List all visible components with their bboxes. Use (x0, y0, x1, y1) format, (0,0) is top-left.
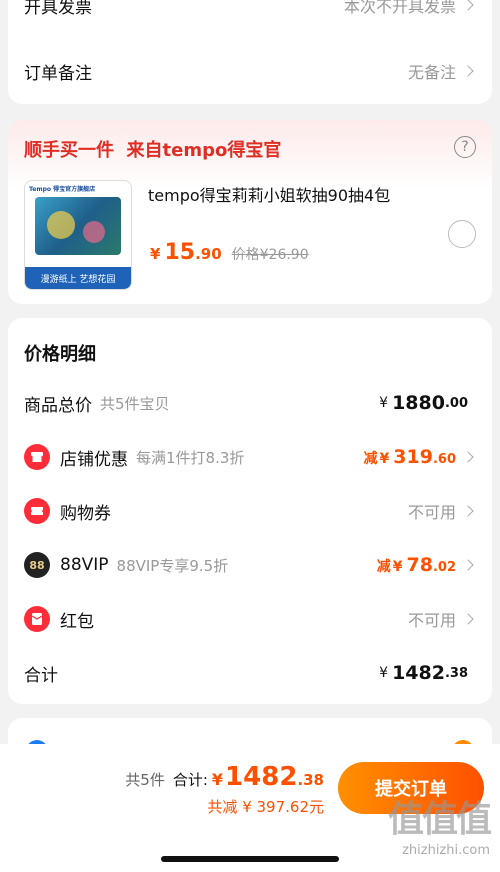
product-image[interactable]: Tempo 得宝官方旗舰店 漫游纸上 艺想花园 (24, 180, 132, 290)
product-image-brand: Tempo 得宝官方旗舰店 (29, 186, 96, 193)
vip-label: 88VIP (60, 555, 109, 575)
total-amount: ¥1482.38 (211, 762, 324, 792)
chevron-right-icon (462, 505, 474, 517)
shop-discount-label: 店铺优惠 (60, 449, 128, 470)
goods-total-row: 商品总价 共5件宝贝 ¥1880.00 (24, 388, 476, 418)
coupon-row[interactable]: 购物券 不可用 (24, 496, 476, 526)
product-price: ¥ 15 .90 价格¥26.90 (150, 240, 309, 265)
question-circle-icon[interactable]: ? (454, 136, 476, 158)
select-radio[interactable] (448, 220, 476, 248)
coupon-label: 购物券 (60, 503, 111, 524)
watermark-logo: 值值值 (387, 799, 492, 840)
goods-total-count: 共5件宝贝 (100, 394, 170, 413)
remark-value: 无备注 (407, 63, 456, 82)
red-packet-row[interactable]: 红包 不可用 (24, 604, 476, 634)
invoice-value: 本次不开具发票 (343, 0, 456, 16)
product-name[interactable]: tempo得宝莉莉小姐软抽90抽4包 (148, 182, 390, 206)
chevron-right-icon (462, 0, 474, 11)
remark-label: 订单备注 (24, 63, 92, 84)
sum-amount: ¥1482.38 (379, 662, 468, 684)
total-saving: 共减 ¥ 397.62元 (207, 798, 324, 816)
home-indicator (161, 856, 339, 862)
watermark-url: zhizhizhi.com (402, 843, 490, 858)
invoice-row[interactable]: 开具发票 本次不开具发票 (24, 0, 476, 18)
vip-discount-row[interactable]: 88 88VIP 88VIP专享9.5折 减 ¥78.02 (24, 550, 476, 580)
vip88-icon: 88 (24, 552, 50, 578)
price-detail-card: 价格明细 商品总价 共5件宝贝 ¥1880.00 店铺优惠 每满1件打8.3折 … (8, 318, 492, 704)
remark-row[interactable]: 订单备注 无备注 (24, 58, 476, 84)
shop-discount-desc: 每满1件打8.3折 (136, 448, 245, 467)
add-on-promo-card: 顺手买一件 来自tempo得宝官 ? Tempo 得宝官方旗舰店 漫游纸上 艺想… (8, 120, 492, 304)
coupon-icon (24, 498, 50, 524)
red-packet-icon (24, 606, 50, 632)
shop-icon (24, 444, 50, 470)
sum-label: 合计 (24, 665, 58, 686)
price-detail-title: 价格明细 (24, 344, 96, 365)
chevron-right-icon (462, 559, 474, 571)
sum-row: 合计 ¥1482.38 (24, 658, 476, 688)
goods-total-label: 商品总价 (24, 395, 92, 416)
goods-total-amount: ¥1880.00 (379, 392, 468, 414)
red-packet-label: 红包 (60, 611, 94, 632)
shop-discount-row[interactable]: 店铺优惠 每满1件打8.3折 减 ¥319.60 (24, 442, 476, 472)
total-label: 合计: (172, 771, 208, 789)
coupon-value: 不可用 (407, 503, 456, 522)
order-options-card: 开具发票 本次不开具发票 订单备注 无备注 (8, 0, 492, 104)
original-price: 价格¥26.90 (231, 247, 309, 263)
red-packet-value: 不可用 (407, 611, 456, 630)
chevron-right-icon (462, 613, 474, 625)
invoice-label: 开具发票 (24, 0, 92, 18)
checkout-summary: 共5件 合计: ¥1482.38 (125, 762, 324, 792)
chevron-right-icon (462, 65, 474, 77)
item-count: 共5件 (125, 771, 165, 789)
vip-desc: 88VIP专享9.5折 (116, 556, 229, 575)
shop-discount-amount: 减 ¥319.60 (363, 446, 456, 468)
promo-title: 顺手买一件 来自tempo得宝官 (24, 140, 282, 161)
vip-discount-amount: 减 ¥78.02 (376, 554, 456, 576)
product-image-caption: 漫游纸上 艺想花园 (25, 267, 131, 289)
chevron-right-icon (462, 451, 474, 463)
